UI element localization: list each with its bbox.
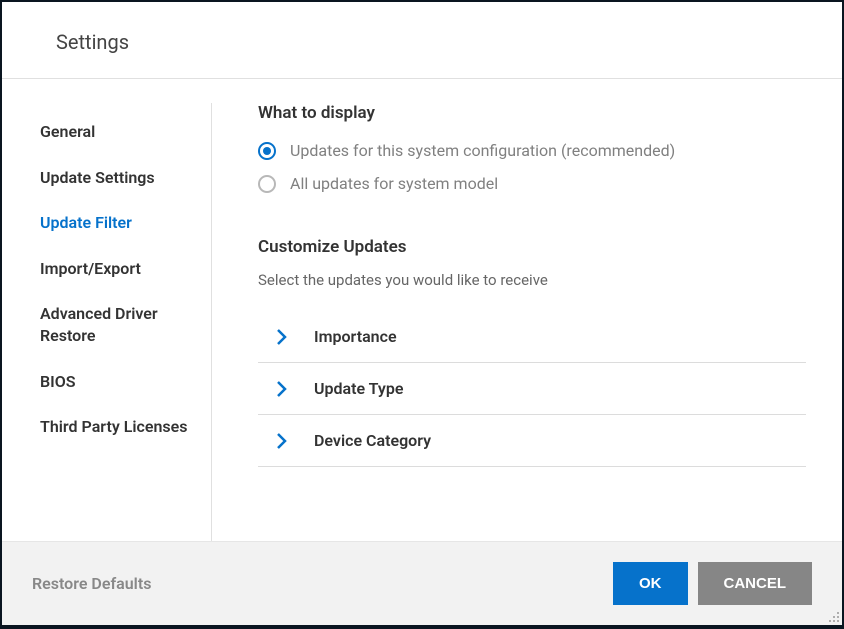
dialog-footer: Restore Defaults OK CANCEL: [2, 541, 842, 625]
what-to-display-heading: What to display: [258, 103, 806, 123]
dialog-header: Settings: [2, 2, 842, 79]
footer-buttons: OK CANCEL: [613, 562, 812, 605]
customize-updates-subtext: Select the updates you would like to rec…: [258, 271, 806, 289]
radio-icon: [258, 175, 276, 193]
resize-grip-icon[interactable]: [828, 611, 840, 623]
sidebar-item-third-party-licenses[interactable]: Third Party Licenses: [40, 404, 211, 450]
expander-label: Device Category: [314, 431, 431, 450]
radio-option-all-updates[interactable]: All updates for system model: [258, 174, 806, 193]
expander-importance[interactable]: Importance: [258, 311, 806, 363]
radio-icon: [258, 142, 276, 160]
radio-option-this-system[interactable]: Updates for this system configuration (r…: [258, 141, 806, 160]
dialog-body: General Update Settings Update Filter Im…: [2, 79, 842, 541]
dialog-title: Settings: [56, 30, 842, 54]
what-to-display-radio-group: Updates for this system configuration (r…: [258, 141, 806, 193]
chevron-right-icon: [270, 433, 294, 449]
content-pane: What to display Updates for this system …: [212, 103, 842, 541]
sidebar-item-update-settings[interactable]: Update Settings: [40, 155, 211, 201]
ok-button[interactable]: OK: [613, 562, 688, 605]
cancel-button[interactable]: CANCEL: [698, 562, 813, 605]
settings-dialog: Settings General Update Settings Update …: [2, 2, 842, 625]
expander-update-type[interactable]: Update Type: [258, 363, 806, 415]
sidebar-item-general[interactable]: General: [40, 109, 211, 155]
expander-device-category[interactable]: Device Category: [258, 415, 806, 467]
sidebar-item-bios[interactable]: BIOS: [40, 359, 211, 405]
expander-label: Update Type: [314, 379, 403, 398]
sidebar-item-update-filter[interactable]: Update Filter: [40, 200, 211, 246]
chevron-right-icon: [270, 381, 294, 397]
sidebar: General Update Settings Update Filter Im…: [40, 103, 212, 541]
sidebar-item-advanced-driver-restore[interactable]: Advanced Driver Restore: [40, 291, 211, 358]
chevron-right-icon: [270, 329, 294, 345]
sidebar-item-import-export[interactable]: Import/Export: [40, 246, 211, 292]
restore-defaults-link[interactable]: Restore Defaults: [32, 574, 151, 593]
customize-updates-heading: Customize Updates: [258, 237, 806, 257]
expander-label: Importance: [314, 327, 397, 346]
radio-label: Updates for this system configuration (r…: [290, 141, 675, 160]
radio-label: All updates for system model: [290, 174, 498, 193]
